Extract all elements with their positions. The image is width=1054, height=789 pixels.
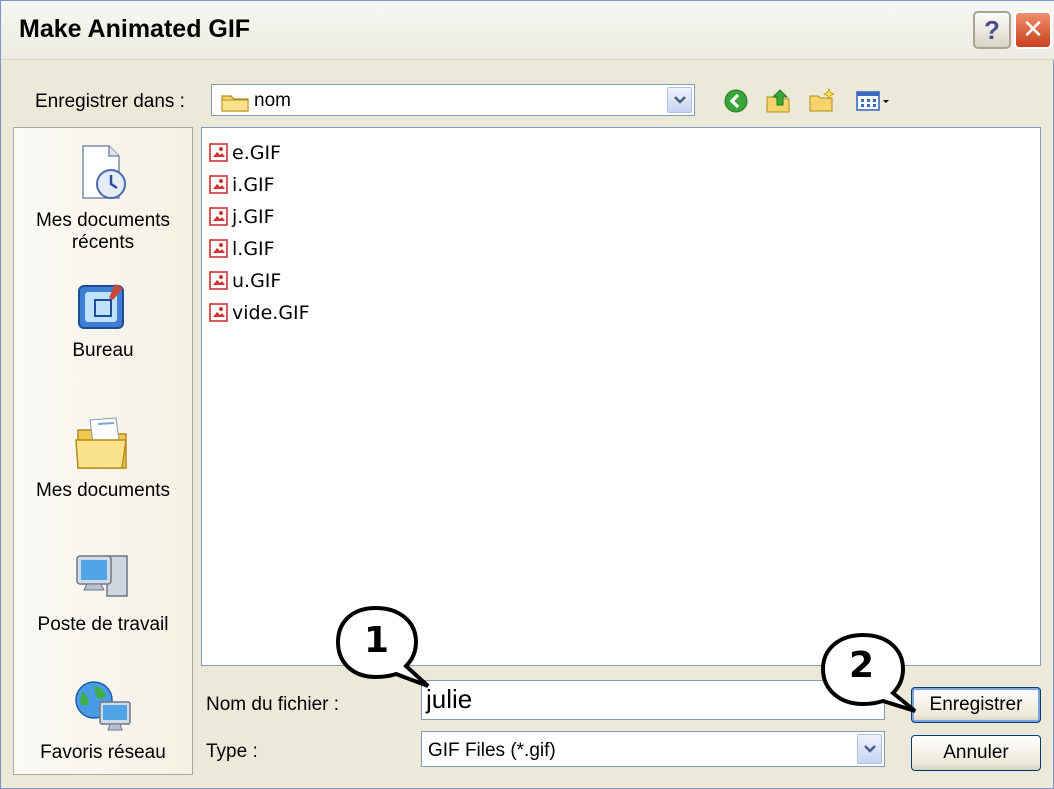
back-button[interactable]: [721, 87, 751, 115]
place-computer[interactable]: Poste de travail: [14, 548, 192, 636]
place-desktop-label: Bureau: [72, 340, 134, 361]
view-menu-button[interactable]: [853, 87, 901, 115]
help-icon: ?: [984, 14, 1000, 45]
file-name: l.GIF: [232, 238, 275, 260]
up-folder-icon: [766, 89, 790, 113]
title-bar[interactable]: Make Animated GIF ? ✕: [1, 1, 1054, 60]
filename-label: Nom du fichier :: [206, 694, 340, 715]
place-network[interactable]: Favoris réseau: [14, 678, 192, 764]
place-computer-label: Poste de travail: [37, 614, 169, 635]
place-network-label: Favoris réseau: [40, 742, 166, 763]
gif-file-icon: [209, 207, 228, 226]
places-bar: Mes documents récents Bureau Mes documen…: [13, 127, 193, 775]
place-recent-label: Mes documents récents: [35, 210, 171, 253]
file-item-j[interactable]: j.GIF: [208, 203, 275, 231]
network-places-icon: [75, 681, 131, 731]
file-item-l[interactable]: l.GIF: [208, 235, 275, 263]
callout-2: 2: [819, 631, 919, 715]
place-recent[interactable]: Mes documents récents: [14, 142, 192, 254]
cancel-button[interactable]: Annuler: [911, 735, 1041, 771]
callout-1-number: 1: [364, 620, 390, 661]
file-name: j.GIF: [232, 206, 275, 228]
file-list[interactable]: e.GIF i.GIF j.GIF l.GIF u.GIF vide.GIF: [201, 127, 1041, 666]
recent-documents-icon: [82, 145, 126, 199]
help-button[interactable]: ?: [973, 11, 1011, 49]
up-folder-button[interactable]: [763, 87, 793, 115]
view-menu-icon: [856, 91, 889, 111]
filetype-value: GIF Files (*.gif): [428, 740, 556, 761]
chevron-down-icon: [673, 96, 686, 104]
save-in-label: Enregistrer dans :: [35, 91, 185, 112]
file-item-e[interactable]: e.GIF: [208, 139, 281, 167]
file-item-i[interactable]: i.GIF: [208, 171, 275, 199]
desktop-icon: [78, 284, 124, 329]
save-dialog: Make Animated GIF ? ✕ Enregistrer dans :…: [0, 0, 1054, 789]
back-icon: [724, 89, 748, 113]
save-in-value: nom: [254, 90, 291, 111]
place-documents-label: Mes documents: [35, 480, 171, 501]
file-name: i.GIF: [232, 174, 275, 196]
gif-file-icon: [209, 271, 228, 290]
place-desktop[interactable]: Bureau: [14, 278, 192, 362]
window-title: Make Animated GIF: [19, 15, 251, 43]
gif-file-icon: [209, 143, 228, 162]
gif-file-icon: [209, 303, 228, 322]
callout-2-number: 2: [849, 645, 875, 686]
file-item-u[interactable]: u.GIF: [208, 267, 281, 295]
filetype-label: Type :: [206, 741, 258, 762]
new-folder-button[interactable]: [807, 87, 837, 115]
save-button[interactable]: Enregistrer: [911, 687, 1041, 723]
chevron-down-icon: [863, 745, 876, 753]
file-name: e.GIF: [232, 142, 281, 164]
new-folder-icon: [809, 88, 836, 112]
file-name: u.GIF: [232, 270, 282, 292]
filetype-dropdown-button[interactable]: [857, 734, 882, 764]
place-documents[interactable]: Mes documents: [14, 414, 192, 502]
file-item-vide[interactable]: vide.GIF: [208, 299, 310, 327]
save-in-dropdown[interactable]: nom: [211, 84, 695, 116]
gif-file-icon: [209, 239, 228, 258]
close-button[interactable]: ✕: [1014, 11, 1052, 49]
my-computer-icon: [76, 555, 128, 597]
callout-1: 1: [334, 604, 434, 690]
file-name: vide.GIF: [232, 302, 310, 324]
close-icon: ✕: [1022, 15, 1044, 45]
gif-file-icon: [209, 175, 228, 194]
filetype-dropdown[interactable]: GIF Files (*.gif): [421, 731, 885, 767]
my-documents-icon: [75, 417, 127, 469]
filename-input[interactable]: julie: [421, 680, 885, 720]
folder-icon: [221, 95, 249, 112]
save-in-dropdown-button[interactable]: [667, 87, 692, 113]
